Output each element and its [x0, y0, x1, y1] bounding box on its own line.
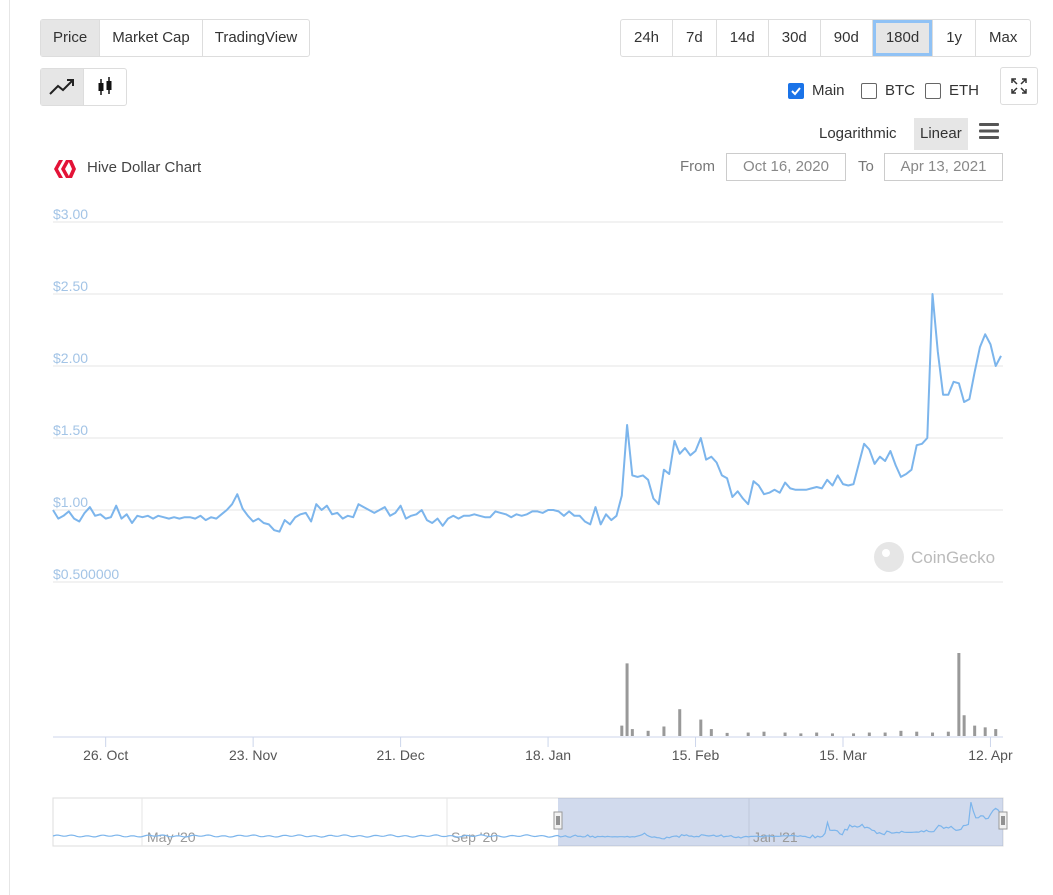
coingecko-logo-eye — [882, 549, 890, 557]
price-series-line — [52, 293, 1002, 533]
volume-bars — [620, 653, 998, 736]
x-tick-label: 21. Dec — [376, 747, 424, 763]
volume-bar — [815, 732, 819, 736]
volume-bar — [973, 725, 977, 736]
volume-bar — [994, 729, 998, 736]
x-tick-label: 15. Mar — [819, 747, 867, 763]
y-axis-labels: $3.00 $2.50 $2.00 $1.50 $1.00 $0.500000 — [53, 206, 119, 582]
y-tick-label: $3.00 — [53, 206, 88, 222]
coingecko-watermark: CoinGecko — [874, 542, 995, 572]
y-tick-label: $0.500000 — [53, 566, 119, 582]
x-tick-label: 23. Nov — [229, 747, 277, 763]
volume-bar — [620, 725, 624, 736]
volume-bar — [915, 731, 919, 736]
y-tick-label: $2.00 — [53, 350, 88, 366]
volume-bar — [867, 732, 871, 736]
volume-bar — [762, 731, 766, 736]
x-tick-label: 18. Jan — [525, 747, 571, 763]
volume-bar — [678, 709, 682, 736]
volume-bar — [725, 732, 729, 736]
volume-bar — [662, 726, 666, 736]
volume-bar — [883, 732, 887, 736]
volume-bar — [630, 729, 634, 736]
y-tick-label: $1.00 — [53, 494, 88, 510]
volume-bar — [957, 653, 961, 736]
price-chart: $3.00 $2.50 $2.00 $1.50 $1.00 $0.500000 CoinG… — [52, 206, 1013, 847]
navigator-handle-right-grip[interactable] — [998, 811, 1008, 830]
x-tick-label: 15. Feb — [672, 747, 720, 763]
x-axis: 26. Oct 23. Nov 21. Dec 18. Jan 15. Feb 15. M… — [83, 737, 1013, 763]
navigator-handle-right[interactable] — [998, 811, 1008, 830]
navigator-handle-left[interactable] — [553, 811, 563, 830]
volume-bar — [830, 733, 834, 736]
navigator-handle-left-grip[interactable] — [553, 811, 563, 830]
x-tick-label: 12. Apr — [968, 747, 1013, 763]
navigator: May '20 Sep '20 Jan '21 — [52, 797, 1008, 847]
volume-bar — [962, 715, 966, 736]
x-tick-label: 26. Oct — [83, 747, 128, 763]
y-tick-label: $1.50 — [53, 422, 88, 438]
volume-bar — [625, 663, 629, 736]
volume-bar — [799, 733, 803, 736]
volume-bar — [946, 731, 950, 736]
volume-bar — [899, 730, 903, 736]
y-tick-label: $2.50 — [53, 278, 88, 294]
volume-bar — [746, 732, 750, 736]
volume-bar — [646, 730, 650, 736]
grid-lines — [53, 221, 1003, 583]
watermark-text: CoinGecko — [911, 548, 995, 567]
volume-bar — [709, 729, 713, 736]
volume-bar — [852, 733, 856, 736]
volume-bar — [699, 719, 703, 736]
volume-bar — [931, 732, 935, 736]
volume-bar — [983, 727, 987, 736]
coingecko-logo-icon — [874, 542, 904, 572]
volume-bar — [783, 732, 787, 736]
